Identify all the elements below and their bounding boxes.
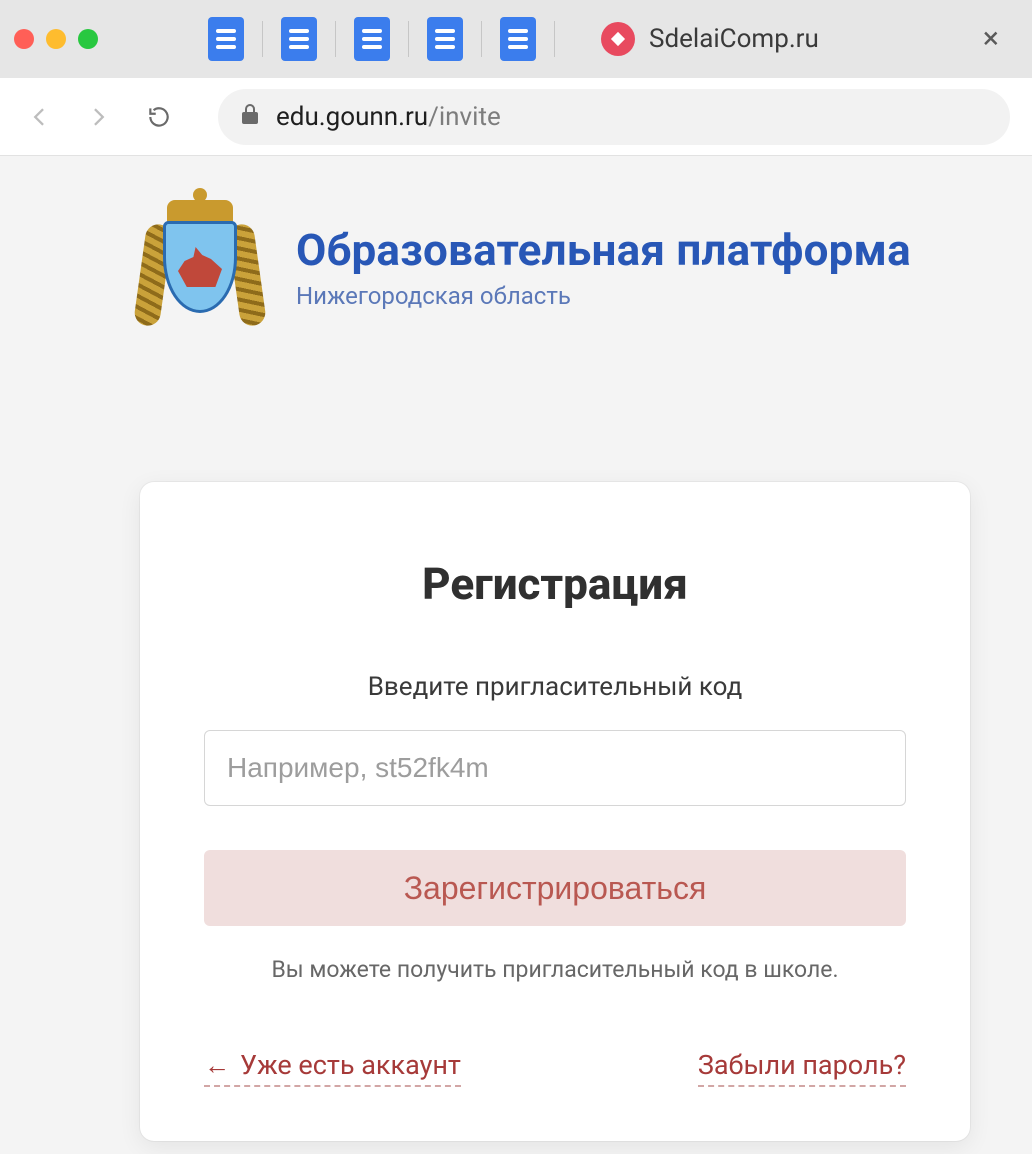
arrow-left-icon: ← — [204, 1050, 230, 1081]
brand-subtitle: Нижегородская область — [296, 282, 911, 310]
page-content: Образовательная платформа Нижегородская … — [0, 156, 1032, 1141]
pinned-tab-doc-icon[interactable] — [427, 17, 463, 61]
browser-tabbar: SdelaiComp.ru × W — [0, 0, 1032, 78]
tab-title: SdelaiComp.ru — [649, 24, 819, 54]
window-minimize-button[interactable] — [46, 29, 66, 49]
pinned-tab-doc-icon[interactable] — [354, 17, 390, 61]
active-tab[interactable]: SdelaiComp.ru × — [591, 9, 1009, 69]
have-account-link[interactable]: ← Уже есть аккаунт — [204, 1049, 461, 1087]
tab-separator — [408, 21, 409, 57]
tab-separator — [554, 21, 555, 57]
window-close-button[interactable] — [14, 29, 34, 49]
tab-close-button[interactable]: × — [983, 24, 999, 54]
arrow-left-icon — [26, 104, 52, 130]
tab-separator — [481, 21, 482, 57]
card-lead: Введите пригласительный код — [204, 672, 906, 702]
url-host: edu.gounn.ru/invite — [276, 102, 501, 132]
nav-back-button[interactable] — [22, 100, 56, 134]
arrow-right-icon — [86, 104, 112, 130]
coat-of-arms-icon — [140, 202, 260, 332]
tab-favicon-icon — [601, 22, 635, 56]
pinned-tab-doc-icon[interactable] — [281, 17, 317, 61]
card-heading: Регистрация — [204, 558, 906, 610]
invite-code-input[interactable] — [204, 730, 906, 806]
registration-card: Регистрация Введите пригласительный код … — [140, 482, 970, 1141]
pinned-tabs — [208, 17, 573, 61]
browser-toolbar: edu.gounn.ru/invite — [0, 78, 1032, 156]
window-controls — [14, 29, 98, 49]
nav-forward-button[interactable] — [82, 100, 116, 134]
have-account-label: Уже есть аккаунт — [240, 1049, 461, 1081]
window-zoom-button[interactable] — [78, 29, 98, 49]
tab-separator — [262, 21, 263, 57]
brand-header: Образовательная платформа Нижегородская … — [140, 202, 1032, 332]
nav-reload-button[interactable] — [142, 100, 176, 134]
forgot-password-link[interactable]: Забыли пароль? — [698, 1049, 906, 1087]
pinned-tab-doc-icon[interactable] — [500, 17, 536, 61]
brand-title: Образовательная платформа — [296, 224, 911, 276]
address-bar[interactable]: edu.gounn.ru/invite — [218, 89, 1010, 145]
card-hint: Вы можете получить пригласительный код в… — [204, 956, 906, 983]
lock-icon — [240, 102, 260, 132]
pinned-tab-doc-icon[interactable] — [208, 17, 244, 61]
reload-icon — [146, 104, 172, 130]
register-button[interactable]: Зарегистрироваться — [204, 850, 906, 926]
tab-separator — [335, 21, 336, 57]
